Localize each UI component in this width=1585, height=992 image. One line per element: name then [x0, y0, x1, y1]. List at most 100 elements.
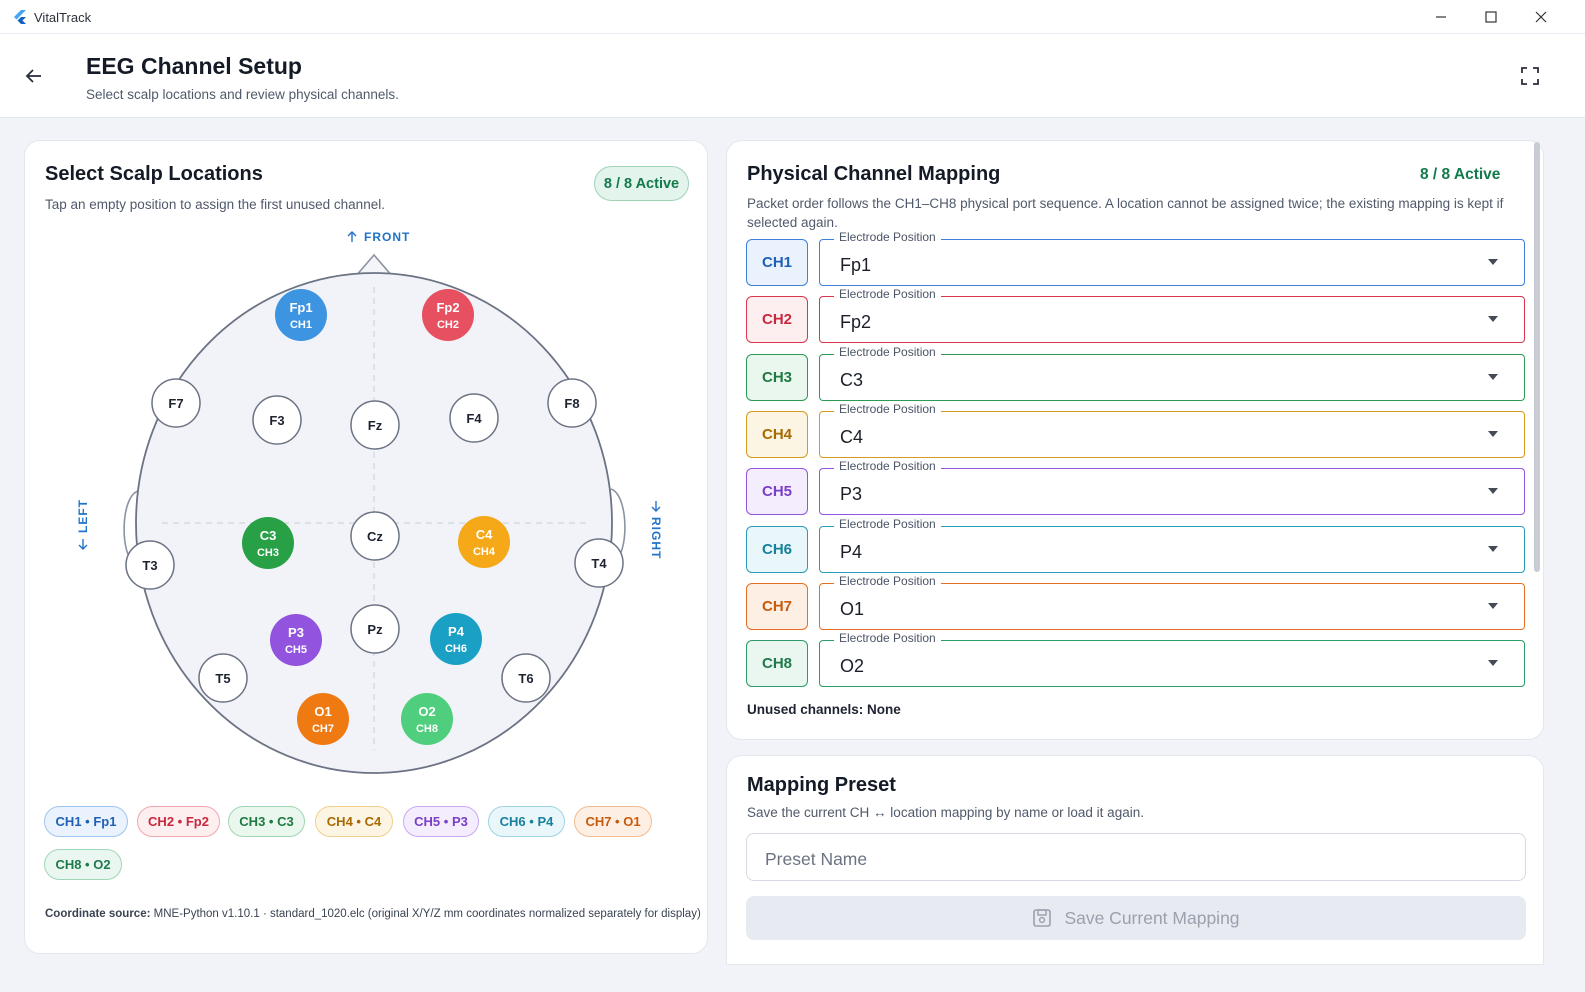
- electrode-p4[interactable]: P4CH6: [430, 613, 482, 665]
- electrode-position-select[interactable]: Electrode Position P3: [819, 459, 1525, 516]
- channel-tag: CH6: [746, 525, 808, 573]
- channel-row-ch1: CH1 Electrode Position Fp1: [746, 230, 1526, 287]
- back-button[interactable]: [20, 62, 48, 90]
- electrode-circle[interactable]: [430, 613, 482, 665]
- electrode-position-label: Electrode Position: [834, 459, 941, 474]
- save-mapping-button[interactable]: Save Current Mapping: [746, 896, 1526, 940]
- electrode-o2[interactable]: O2CH8: [401, 693, 453, 745]
- electrode-position-label: Electrode Position: [834, 401, 941, 416]
- fullscreen-icon: [1521, 67, 1539, 85]
- electrode-circle[interactable]: [275, 289, 327, 341]
- close-button[interactable]: [1518, 0, 1564, 34]
- electrode-circle[interactable]: [242, 517, 294, 569]
- electrode-channel: CH8: [416, 723, 438, 735]
- unused-channels: Unused channels: None: [747, 702, 901, 717]
- mapping-chip[interactable]: CH6 • P4: [488, 806, 565, 837]
- electrode-t4[interactable]: T4: [574, 538, 624, 588]
- chevron-down-icon: [1488, 488, 1498, 495]
- channel-tag: CH7: [746, 582, 808, 630]
- fullscreen-button[interactable]: [1516, 62, 1544, 90]
- electrode-t3[interactable]: T3: [125, 540, 175, 590]
- electrode-position-select[interactable]: Electrode Position O1: [819, 573, 1525, 630]
- preset-card-description: Save the current CH ↔ location mapping b…: [747, 805, 1144, 820]
- electrode-position-label: Electrode Position: [834, 573, 941, 588]
- mapping-chip[interactable]: CH8 • O2: [44, 849, 122, 880]
- channel-row-ch5: CH5 Electrode Position P3: [746, 459, 1526, 516]
- mapping-chip[interactable]: CH1 • Fp1: [44, 806, 128, 837]
- electrode-f8[interactable]: F8: [547, 378, 597, 428]
- save-icon: [1033, 909, 1052, 927]
- channel-tag: CH4: [746, 410, 808, 458]
- chevron-down-icon: [1488, 259, 1498, 265]
- electrode-cz[interactable]: Cz: [350, 511, 400, 561]
- preset-name-input[interactable]: Preset Name: [746, 833, 1526, 881]
- scalp-card-title: Select Scalp Locations: [45, 163, 263, 185]
- title-bar: VitalTrack: [0, 0, 1585, 34]
- electrode-label: Cz: [367, 529, 383, 544]
- channel-tag: CH8: [746, 640, 808, 688]
- electrode-f3[interactable]: F3: [252, 395, 302, 445]
- mapping-card-title: Physical Channel Mapping: [747, 163, 1001, 185]
- electrode-position-label: Electrode Position: [834, 287, 941, 302]
- chevron-down-icon: [1488, 545, 1498, 552]
- mapping-scrollbar[interactable]: [1534, 142, 1540, 572]
- electrode-position-value: O2: [840, 656, 865, 677]
- electrode-fp2[interactable]: Fp2CH2: [422, 289, 474, 341]
- electrode-fz[interactable]: Fz: [350, 400, 400, 450]
- electrode-pz[interactable]: Pz: [350, 604, 400, 654]
- electrode-position-value: Fp1: [840, 255, 872, 275]
- electrode-channel: CH2: [437, 319, 459, 331]
- electrode-f7[interactable]: F7: [151, 378, 201, 428]
- electrode-circle[interactable]: [270, 614, 322, 666]
- save-mapping-label: Save Current Mapping: [1064, 907, 1240, 928]
- electrode-position-select[interactable]: Electrode Position O2: [819, 631, 1525, 688]
- electrode-label: P4: [448, 624, 465, 639]
- maximize-button[interactable]: [1468, 0, 1514, 34]
- channel-row-ch2: CH2 Electrode Position Fp2: [746, 287, 1526, 344]
- electrode-position-select[interactable]: Electrode Position Fp2: [819, 287, 1525, 344]
- active-count-badge: 8 / 8 Active: [594, 166, 689, 201]
- electrode-t6[interactable]: T6: [501, 653, 551, 703]
- page-header: EEG Channel Setup Select scalp locations…: [0, 34, 1585, 118]
- app-logo-icon: [14, 10, 26, 24]
- electrode-c3[interactable]: C3CH3: [242, 517, 294, 569]
- mapping-chip[interactable]: CH5 • P3: [403, 806, 479, 837]
- channel-tag: CH1: [746, 239, 808, 286]
- app-name: VitalTrack: [34, 10, 92, 25]
- mapping-chip[interactable]: CH3 • C3: [228, 806, 305, 837]
- electrode-circle[interactable]: [297, 693, 349, 745]
- electrode-position-label: Electrode Position: [834, 230, 941, 244]
- electrode-label: T3: [142, 558, 157, 573]
- electrode-position-label: Electrode Position: [834, 631, 941, 646]
- electrode-position-select[interactable]: Electrode Position P4: [819, 516, 1525, 573]
- electrode-label: T5: [215, 671, 230, 686]
- electrode-position-value: C4: [840, 426, 864, 447]
- mapping-chip[interactable]: CH2 • Fp2: [137, 806, 220, 837]
- electrode-fp1[interactable]: Fp1CH1: [275, 289, 327, 341]
- electrode-position-value: Fp2: [840, 312, 872, 333]
- mapping-chip[interactable]: CH7 • O1: [574, 806, 652, 837]
- electrode-label: Fz: [368, 418, 383, 433]
- preset-card-title: Mapping Preset: [747, 774, 896, 796]
- electrode-f4[interactable]: F4: [449, 393, 499, 443]
- coordinate-source: Coordinate source: MNE-Python v1.10.1 · …: [45, 908, 701, 920]
- maximize-icon: [1485, 11, 1497, 23]
- minimize-button[interactable]: [1418, 0, 1464, 34]
- electrode-label: O2: [418, 704, 435, 719]
- front-label-text: FRONT: [364, 230, 410, 244]
- electrode-p3[interactable]: P3CH5: [270, 614, 322, 666]
- electrode-circle[interactable]: [458, 516, 510, 568]
- electrode-circle[interactable]: [422, 289, 474, 341]
- channel-tag: CH3: [746, 353, 808, 401]
- electrode-position-select[interactable]: Electrode Position C4: [819, 401, 1525, 458]
- electrode-c4[interactable]: C4CH4: [458, 516, 510, 568]
- electrode-position-select[interactable]: Electrode Position Fp1: [819, 230, 1525, 286]
- electrode-channel: CH6: [445, 643, 467, 655]
- channel-row-ch7: CH7 Electrode Position O1: [746, 573, 1526, 631]
- electrode-o1[interactable]: O1CH7: [297, 693, 349, 745]
- electrode-t5[interactable]: T5: [198, 653, 248, 703]
- electrode-position-select[interactable]: Electrode Position C3: [819, 344, 1525, 401]
- electrode-channel: CH5: [285, 644, 307, 656]
- electrode-circle[interactable]: [401, 693, 453, 745]
- mapping-chip[interactable]: CH4 • C4: [315, 806, 393, 837]
